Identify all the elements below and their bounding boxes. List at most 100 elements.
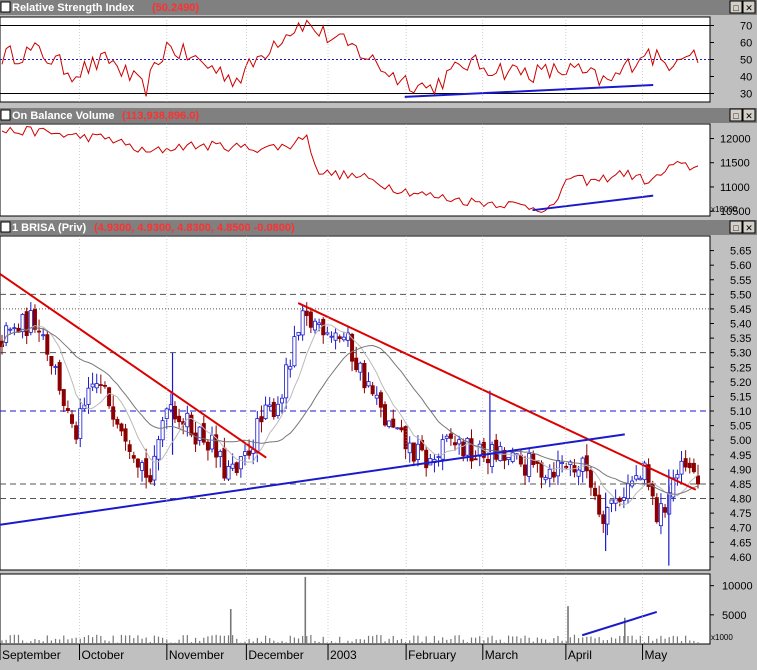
candle-body — [399, 427, 404, 431]
candle-body — [584, 455, 589, 472]
candle-body — [259, 416, 264, 423]
price-value: (4.9300, 4.9300, 4.8300, 4.8500 -0.0800) — [94, 222, 295, 234]
candle-body — [28, 310, 33, 333]
candle-body — [358, 362, 363, 373]
rsi-value: (50.2490) — [152, 2, 199, 14]
candle-body — [576, 469, 581, 477]
candle-body — [354, 357, 359, 371]
candle-body — [205, 441, 210, 451]
volume-pane: 10000 5000 x1000 — [0, 573, 753, 645]
candle-body — [374, 394, 379, 399]
candle-body — [226, 466, 231, 480]
price-close-button[interactable]: ✕ — [742, 220, 756, 234]
candle-body — [601, 514, 606, 524]
candle-body — [506, 457, 511, 461]
candle-body — [12, 327, 17, 330]
price-tick-label: 5.65 — [730, 246, 751, 258]
obv-tick-label: 11000 — [720, 182, 750, 194]
volume-tick-label: 10000 — [722, 581, 753, 593]
candle-body — [152, 455, 157, 481]
candle-body — [49, 356, 54, 367]
candle-body — [366, 381, 371, 387]
candle-body — [160, 420, 165, 441]
candle-body — [65, 408, 70, 411]
candle-body — [411, 442, 416, 462]
candle-body — [329, 335, 334, 338]
candle-body — [341, 336, 346, 341]
month-label: November — [169, 648, 224, 662]
candle-body — [86, 387, 91, 405]
price-tick-label: 5.20 — [730, 377, 751, 389]
candle-body — [663, 507, 668, 513]
candle-body — [123, 428, 128, 442]
svg-text:✕: ✕ — [745, 111, 753, 121]
obv-unit: x10000 — [711, 205, 738, 214]
candle-body — [37, 330, 42, 333]
candle-body — [78, 408, 83, 439]
candle-body — [457, 439, 462, 445]
candle-body — [61, 389, 66, 406]
obv-value: (113,938,896.0) — [122, 110, 199, 122]
month-label: February — [408, 648, 456, 662]
candle-body — [193, 432, 198, 445]
candle-body — [494, 439, 499, 460]
candle-body — [271, 401, 276, 417]
rsi-maximize-button[interactable]: □ — [729, 0, 743, 14]
svg-text:□: □ — [733, 3, 739, 13]
candle-body — [638, 477, 643, 481]
candle-body — [177, 415, 182, 423]
candle-body — [687, 462, 692, 469]
price-maximize-button[interactable]: □ — [729, 220, 743, 234]
price-tick-label: 4.70 — [730, 523, 751, 535]
price-tick-label: 4.65 — [730, 537, 751, 549]
candle-body — [395, 427, 400, 430]
candle-body — [234, 462, 239, 473]
candle-body — [247, 450, 252, 456]
price-title: 1 BRISA (Priv) — [12, 222, 87, 234]
candle-body — [527, 453, 532, 477]
candle-body — [94, 383, 99, 389]
candle-body — [292, 336, 297, 367]
candle-body — [300, 310, 305, 336]
candle-body — [625, 483, 630, 500]
candle-body — [436, 456, 441, 459]
price-tick-label: 4.60 — [730, 552, 751, 564]
svg-text:✕: ✕ — [745, 223, 753, 233]
candle-body — [370, 385, 375, 395]
candle-body — [679, 460, 684, 475]
rsi-tick-label: 30 — [740, 89, 752, 101]
rsi-close-button[interactable]: ✕ — [742, 0, 756, 14]
rsi-axis: 70 60 50 40 30 — [710, 21, 752, 101]
rsi-title: Relative Strength Index — [12, 2, 135, 14]
candle-body — [284, 364, 289, 399]
price-tick-label: 5.55 — [730, 275, 751, 287]
candle-body — [53, 366, 58, 369]
candle-body — [111, 406, 116, 420]
volume-axis: 10000 5000 — [710, 581, 753, 622]
candle-body — [41, 334, 46, 337]
candle-body — [45, 334, 50, 355]
candle-body — [70, 414, 75, 424]
candle-body — [593, 487, 598, 497]
candle-body — [321, 318, 326, 336]
obv-maximize-button[interactable]: □ — [729, 108, 743, 122]
candle-body — [24, 311, 29, 337]
candle-body — [424, 449, 429, 469]
candle-body — [609, 499, 614, 504]
candle-body — [658, 503, 663, 527]
svg-text:✕: ✕ — [745, 3, 753, 13]
price-tick-label: 5.35 — [730, 333, 751, 345]
candle-body — [675, 474, 680, 479]
candle-body — [267, 404, 272, 407]
candle-body — [383, 404, 388, 426]
candle-body — [333, 332, 338, 341]
obv-close-button[interactable]: ✕ — [742, 108, 756, 122]
candle-body — [115, 419, 120, 425]
candle-body — [144, 458, 149, 478]
candle-body — [485, 458, 490, 464]
price-tick-label: 5.10 — [730, 406, 751, 418]
candle-body — [453, 442, 458, 446]
rsi-pane: Relative Strength Index (50.2490) □ ✕ 70… — [0, 0, 757, 103]
candle-body — [8, 328, 13, 331]
candle-body — [378, 392, 383, 408]
